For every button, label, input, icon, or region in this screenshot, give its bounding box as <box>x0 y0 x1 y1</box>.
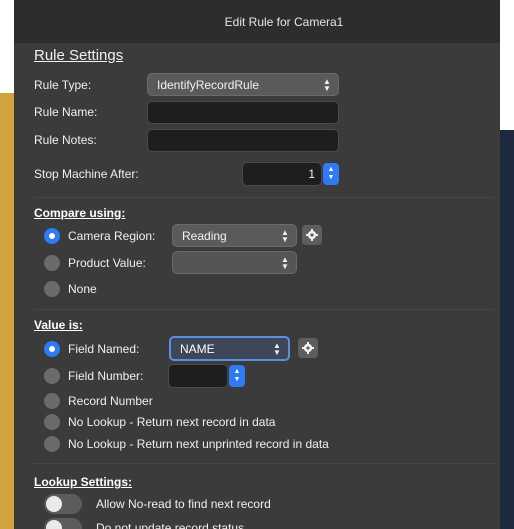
chevron-updown-icon: ▲ ▼ <box>273 340 281 357</box>
allow-noread-toggle[interactable] <box>44 494 82 514</box>
stop-machine-stepper[interactable]: ▲ ▼ <box>323 163 339 185</box>
chevron-down-icon: ▼ <box>327 174 335 181</box>
window-titlebar[interactable]: Edit Rule for Camera1 <box>14 0 500 43</box>
product-value-label: Product Value: <box>68 256 146 270</box>
camera-region-gear-button[interactable] <box>302 225 322 245</box>
value-is-heading: Value is: <box>34 318 83 332</box>
camera-region-select[interactable]: Reading ▲ ▼ <box>172 224 297 247</box>
toggle-knob <box>46 520 62 529</box>
field-named-value: NAME <box>180 341 215 356</box>
divider <box>34 197 494 198</box>
no-update-status-toggle[interactable] <box>44 518 82 529</box>
divider <box>34 309 494 310</box>
none-radio[interactable] <box>44 281 60 297</box>
chevron-down-icon: ▼ <box>233 376 241 383</box>
rule-type-label: Rule Type: <box>34 78 92 92</box>
camera-region-value: Reading <box>182 228 227 243</box>
chevron-up-icon: ▲ <box>233 368 241 375</box>
gear-icon <box>306 229 318 241</box>
rule-type-select[interactable]: IdentifyRecordRule ▲ ▼ <box>147 73 339 96</box>
no-lookup-next-record-label: No Lookup - Return next record in data <box>68 415 276 429</box>
rule-name-label: Rule Name: <box>34 105 98 119</box>
window-title: Edit Rule for Camera1 <box>224 14 344 29</box>
chevron-up-icon: ▲ <box>327 166 335 173</box>
camera-region-label: Camera Region: <box>68 229 156 243</box>
no-lookup-next-unprinted-label: No Lookup - Return next unprinted record… <box>68 437 329 451</box>
background-navy-panel <box>500 130 514 529</box>
lookup-settings-heading: Lookup Settings: <box>34 475 132 489</box>
chevron-updown-icon: ▲ ▼ <box>281 254 289 271</box>
no-update-status-label: Do not update record status <box>96 521 245 529</box>
field-named-gear-button[interactable] <box>298 338 318 358</box>
stop-machine-field[interactable]: 1 <box>242 162 322 186</box>
field-number-field[interactable] <box>168 364 228 388</box>
field-number-radio[interactable] <box>44 368 60 384</box>
no-lookup-next-unprinted-radio[interactable] <box>44 436 60 452</box>
rule-name-field[interactable] <box>147 101 339 124</box>
field-number-stepper[interactable]: ▲ ▼ <box>229 365 245 387</box>
gear-icon <box>302 342 314 354</box>
record-number-label: Record Number <box>68 394 153 408</box>
rule-type-value: IdentifyRecordRule <box>157 77 260 92</box>
chevron-updown-icon: ▲ ▼ <box>281 227 289 244</box>
chevron-updown-icon: ▲ ▼ <box>323 76 331 93</box>
record-number-radio[interactable] <box>44 393 60 409</box>
field-number-label: Field Number: <box>68 369 144 383</box>
divider <box>34 463 494 464</box>
edit-rule-window: Edit Rule for Camera1 Rule Settings Rule… <box>14 0 500 529</box>
none-label: None <box>68 282 97 296</box>
compare-using-heading: Compare using: <box>34 206 126 220</box>
camera-region-radio[interactable] <box>44 228 60 244</box>
toggle-knob <box>46 496 62 512</box>
rule-notes-field[interactable] <box>147 129 339 152</box>
product-value-select[interactable]: ▲ ▼ <box>172 251 297 274</box>
allow-noread-label: Allow No-read to find next record <box>96 497 271 511</box>
field-named-radio[interactable] <box>44 341 60 357</box>
stop-machine-label: Stop Machine After: <box>34 167 139 181</box>
rule-notes-label: Rule Notes: <box>34 133 97 147</box>
product-value-radio[interactable] <box>44 255 60 271</box>
no-lookup-next-record-radio[interactable] <box>44 414 60 430</box>
field-named-select[interactable]: NAME ▲ ▼ <box>169 336 290 361</box>
field-named-label: Field Named: <box>68 342 140 356</box>
rule-settings-title: Rule Settings <box>34 47 124 64</box>
